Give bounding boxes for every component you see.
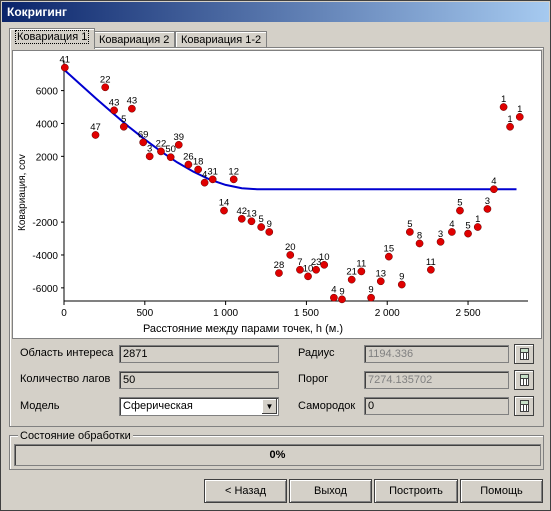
data-point-label: 31 bbox=[207, 166, 218, 177]
data-point-label: 43 bbox=[127, 96, 138, 107]
data-point-label: 15 bbox=[384, 244, 395, 255]
data-point-label: 8 bbox=[417, 230, 422, 241]
help-button[interactable]: Помощь bbox=[460, 479, 543, 503]
progress-bar: 0% bbox=[14, 444, 541, 466]
back-button[interactable]: < Назад bbox=[204, 479, 287, 503]
chevron-down-icon[interactable]: ▼ bbox=[262, 399, 277, 414]
lags-label: Количество лагов bbox=[20, 373, 111, 385]
data-point-label: 10 bbox=[319, 252, 330, 263]
x-tick-label: 500 bbox=[136, 308, 153, 319]
data-point-label: 5 bbox=[465, 221, 470, 232]
chart-svg: -6000 -4000 -2000 2000 4000 6000 0 500 1 000 1 50… bbox=[17, 55, 528, 335]
progress-text: 0% bbox=[269, 449, 286, 461]
x-tick-label: 0 bbox=[61, 308, 67, 319]
data-point-label: 11 bbox=[426, 257, 436, 268]
model-curve bbox=[63, 68, 517, 191]
model-select[interactable]: Сферическая ▼ bbox=[119, 397, 279, 416]
x-tick-label: 1 500 bbox=[294, 308, 319, 319]
title-bar: Кокригинг bbox=[2, 2, 549, 22]
data-point-label: 1 bbox=[475, 214, 480, 225]
data-point-label: 21 bbox=[346, 267, 357, 278]
data-point-label: 11 bbox=[356, 258, 366, 269]
data-point-label: 18 bbox=[193, 156, 204, 167]
tab-label: Ковариация 1-2 bbox=[181, 34, 262, 46]
data-point-label: 50 bbox=[165, 144, 176, 155]
nugget-field[interactable]: 0 bbox=[364, 397, 509, 415]
radius-field: 1194.336 bbox=[364, 345, 509, 363]
y-tick-label: -6000 bbox=[32, 284, 58, 295]
data-point-label: 14 bbox=[219, 198, 230, 209]
y-tick-label: -2000 bbox=[32, 218, 58, 229]
y-tick-label: 4000 bbox=[36, 119, 59, 130]
window-title: Кокригинг bbox=[7, 5, 67, 19]
data-point-label: 13 bbox=[375, 268, 386, 279]
y-tick-label: -4000 bbox=[32, 251, 58, 262]
data-points: 41472243 435693 22503926 184 31 121442 135 9282… bbox=[60, 55, 524, 304]
calculator-icon bbox=[520, 400, 529, 412]
data-point-label: 5 bbox=[407, 219, 412, 230]
data-point-label: 13 bbox=[246, 208, 257, 219]
data-point-label: 4 bbox=[449, 219, 454, 230]
sill-calc-button[interactable] bbox=[514, 370, 534, 390]
data-point-label: 1 bbox=[507, 114, 512, 125]
calculator-icon bbox=[520, 348, 529, 360]
model-label: Модель bbox=[20, 400, 60, 412]
data-point-label: 43 bbox=[109, 97, 120, 108]
area-label: Область интереса bbox=[20, 347, 114, 359]
data-point-label: 5 bbox=[121, 114, 126, 125]
data-point-label: 3 bbox=[147, 143, 152, 154]
sill-label: Порог bbox=[298, 373, 329, 385]
data-point-label: 41 bbox=[60, 55, 71, 66]
y-axis-label: Ковариация, cov bbox=[17, 154, 28, 231]
y-tick-label: 2000 bbox=[36, 152, 59, 163]
y-tick-label: 6000 bbox=[36, 87, 59, 98]
data-point-label: 9 bbox=[267, 219, 272, 230]
tab-label: Ковариация 2 bbox=[99, 34, 170, 46]
tab-covariance-1[interactable]: Ковариация 1 bbox=[9, 28, 96, 49]
lags-field[interactable]: 50 bbox=[119, 371, 279, 389]
data-point-label: 28 bbox=[274, 260, 285, 271]
data-point-label: 20 bbox=[285, 242, 296, 253]
area-field[interactable]: 2871 bbox=[119, 345, 279, 363]
data-point-label: 5 bbox=[259, 214, 264, 225]
radius-label: Радиус bbox=[298, 347, 335, 359]
data-point-label: 5 bbox=[457, 198, 462, 209]
data-point-label: 39 bbox=[173, 132, 184, 143]
data-point-label: 9 bbox=[339, 286, 344, 297]
sill-field: 7274.135702 bbox=[364, 371, 509, 389]
x-tick-label: 2 000 bbox=[375, 308, 400, 319]
data-point-label: 4 bbox=[491, 176, 496, 187]
data-point-label: 9 bbox=[399, 272, 404, 283]
status-group-label: Состояние обработки bbox=[18, 430, 133, 442]
x-tick-label: 2 500 bbox=[456, 308, 481, 319]
data-point-label: 69 bbox=[138, 129, 149, 140]
calculator-icon bbox=[520, 374, 529, 386]
build-button[interactable]: Построить bbox=[374, 479, 458, 503]
exit-button[interactable]: Выход bbox=[289, 479, 372, 503]
data-point-label: 1 bbox=[501, 94, 506, 105]
data-point-label: 3 bbox=[485, 196, 490, 207]
data-point-label: 12 bbox=[228, 166, 239, 177]
dialog-window: Кокригинг Ковариация 1 Ковариация 2 Кова… bbox=[0, 0, 551, 511]
x-axis-label: Расстояние между парами точек, h (м.) bbox=[143, 323, 343, 335]
data-point-label: 1 bbox=[517, 104, 522, 115]
model-select-value: Сферическая bbox=[123, 400, 193, 412]
data-point-label: 47 bbox=[90, 122, 101, 133]
data-point-label: 3 bbox=[438, 229, 443, 240]
tab-label: Ковариация 1 bbox=[15, 30, 90, 44]
data-point-label: 22 bbox=[100, 74, 111, 85]
data-point-label: 9 bbox=[368, 285, 373, 296]
radius-calc-button[interactable] bbox=[514, 344, 534, 364]
model-line bbox=[63, 68, 517, 191]
x-tick-label: 1 000 bbox=[213, 308, 238, 319]
nugget-calc-button[interactable] bbox=[514, 396, 534, 416]
nugget-label: Самородок bbox=[298, 400, 356, 412]
data-point-label: 4 bbox=[331, 285, 336, 296]
covariance-chart: -6000 -4000 -2000 2000 4000 6000 0 500 1 000 1 50… bbox=[12, 50, 542, 339]
